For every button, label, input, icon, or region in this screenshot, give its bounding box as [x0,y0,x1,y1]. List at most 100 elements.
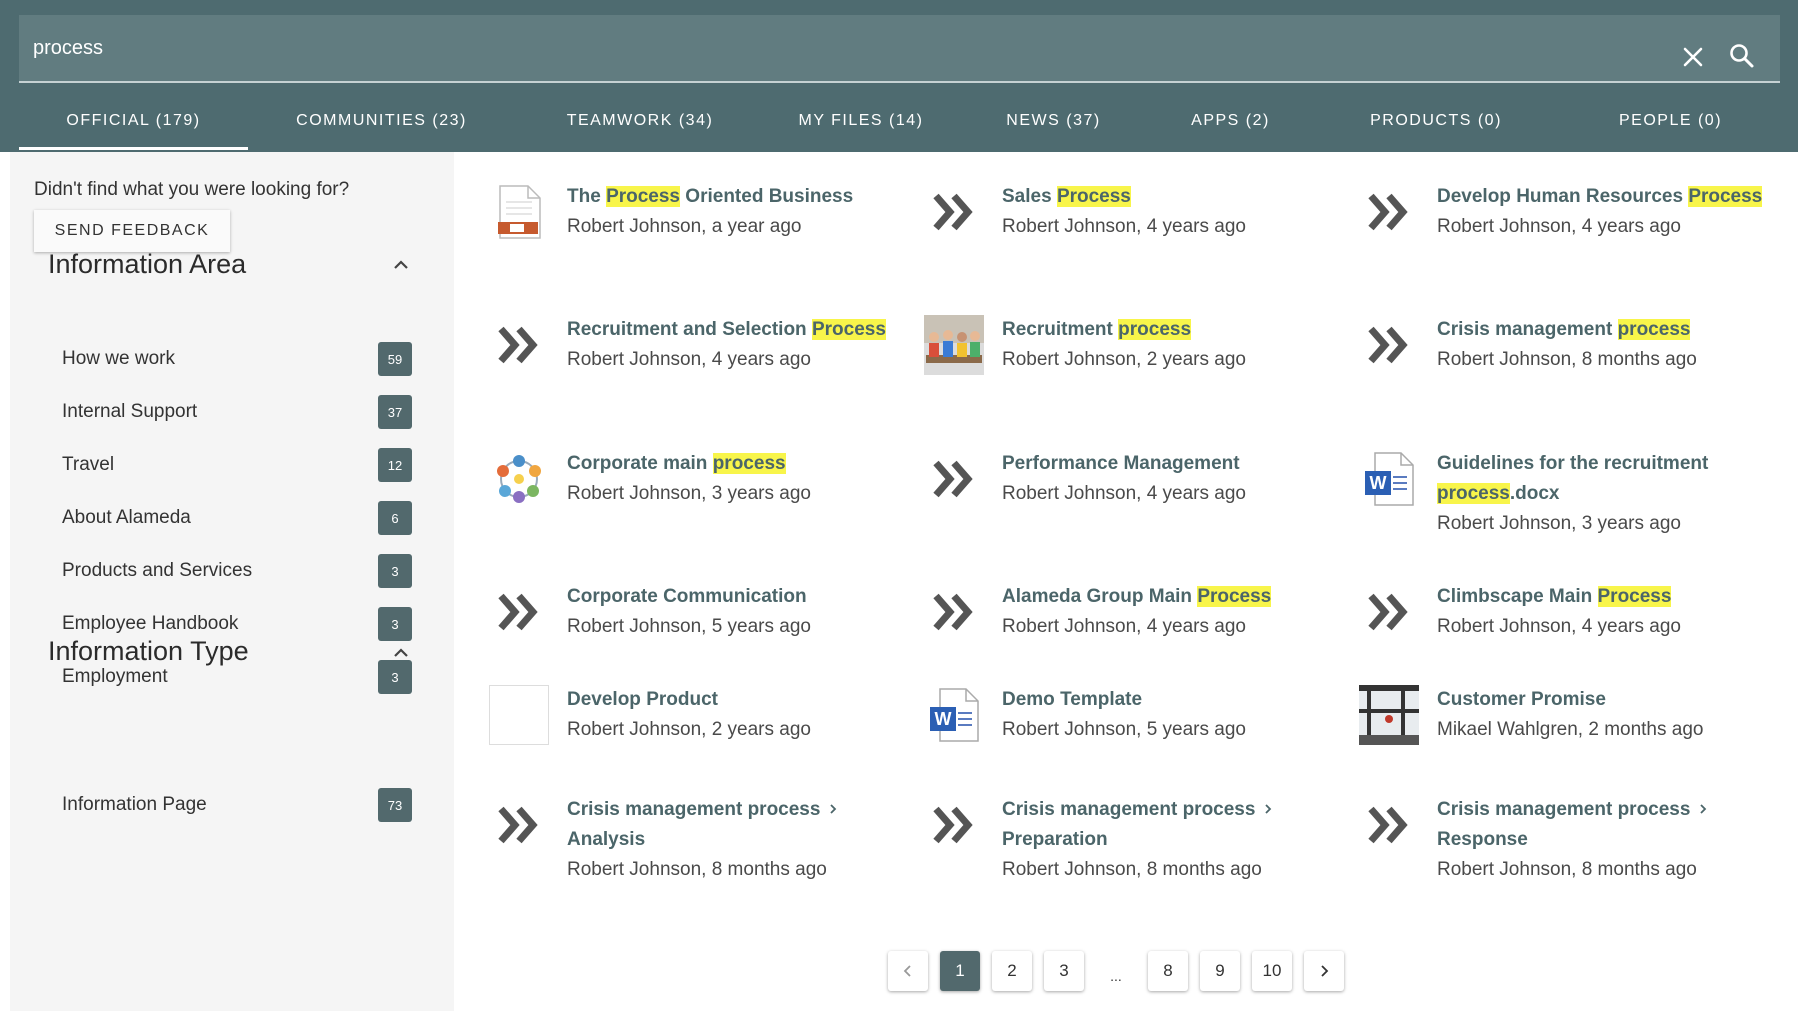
result-text: Corporate main process Robert Johnson, 3 … [567,449,907,509]
document-icon [489,182,549,242]
result-meta: Robert Johnson, 2 years ago [1002,349,1246,370]
result-title-link[interactable]: Corporate main process [567,449,907,479]
result-title-link[interactable]: Sales Process [1002,182,1342,212]
page-button[interactable]: 2 [992,951,1032,991]
double-chevron-icon [1359,795,1419,855]
information-area-heading: Information Area [48,249,247,279]
facet-item[interactable]: Internal Support 37 [62,395,412,431]
result-title-link[interactable]: Demo Template [1002,685,1342,715]
result-title-link[interactable]: Recruitment process [1002,315,1342,345]
double-chevron-icon [1359,582,1419,642]
result-title-link[interactable]: Develop Product [567,685,907,715]
chevron-up-icon[interactable] [392,644,410,662]
tab-4[interactable]: NEWS (37) [957,100,1150,152]
search-highlight: process [712,453,786,474]
page-button[interactable]: 9 [1200,951,1240,991]
word-document-icon: W [924,685,984,745]
search-input[interactable] [33,29,1633,67]
result-meta: Robert Johnson, 8 months ago [1437,349,1697,370]
facet-item[interactable]: Products and Services 3 [62,554,412,590]
result-title-text: Crisis management [1437,319,1618,340]
facet-item[interactable]: How we work 59 [62,342,412,378]
result-title-link[interactable]: Corporate Communication [567,582,907,612]
page-button[interactable]: 3 [1044,951,1084,991]
result-text: Crisis management process Robert Johnson,… [1437,315,1777,375]
chevron-right-icon [1321,965,1329,977]
tab-3[interactable]: MY FILES (14) [765,100,957,152]
result-title-link[interactable]: Recruitment and Selection Process [567,315,907,345]
search-highlight: Process [1197,586,1272,607]
result-title-link[interactable]: Guidelines for the recruitment process.d… [1437,449,1777,509]
facet-label: How we work [62,348,175,369]
facet-item[interactable]: Information Page 73 [62,788,412,824]
result-breadcrumb[interactable]: Crisis management process [567,799,820,820]
result-meta: Robert Johnson, 3 years ago [1437,513,1681,534]
facet-count-badge: 37 [378,395,412,429]
double-chevron-icon [489,582,549,642]
tab-7[interactable]: PEOPLE (0) [1561,100,1780,152]
result-title-link[interactable]: Crisis management process [1437,315,1777,345]
page-button[interactable]: 10 [1252,951,1292,991]
result-title-link[interactable]: Climbscape Main Process [1437,582,1777,612]
facet-item[interactable]: About Alameda 6 [62,501,412,537]
facet-count-badge: 73 [378,788,412,822]
result-title-text: Guidelines for the recruitment [1437,453,1709,474]
facet-label: Employment [62,666,168,687]
facet-label: Internal Support [62,401,198,422]
tab-5[interactable]: APPS (2) [1150,100,1311,152]
result-title-text: Performance Management [1002,453,1240,474]
chevron-right-icon [1698,795,1708,825]
result-title-link[interactable]: Customer Promise [1437,685,1777,715]
chevron-right-icon [1263,795,1273,825]
result-text: Demo Template Robert Johnson, 5 years ago [1002,685,1342,745]
page-button[interactable]: 8 [1148,951,1188,991]
search-highlight: process [1118,319,1192,340]
facet-count-badge: 59 [378,342,412,376]
search-header: OFFICIAL (179)COMMUNITIES (23)TEAMWORK (… [0,0,1798,152]
next-page-button[interactable] [1304,951,1344,991]
previous-page-button[interactable] [888,951,928,991]
facet-count-badge: 3 [378,554,412,588]
tab-1[interactable]: COMMUNITIES (23) [248,100,515,152]
result-text: Crisis management process Analysis Robert … [567,795,907,885]
result-text: Recruitment process Robert Johnson, 2 yea… [1002,315,1342,375]
result-meta: Robert Johnson, 3 years ago [567,483,811,504]
result-meta: Robert Johnson, a year ago [567,216,802,237]
send-feedback-button[interactable]: SEND FEEDBACK [34,210,230,252]
result-title-link[interactable]: Crisis management process Response [1437,795,1777,855]
close-icon[interactable] [1681,45,1705,69]
result-title-link[interactable]: Crisis management process Analysis [567,795,907,855]
result-title-link[interactable]: Crisis management process Preparation [1002,795,1342,855]
result-meta: Robert Johnson, 2 years ago [567,719,811,740]
result-text: Crisis management process Preparation Robe… [1002,795,1342,885]
facet-count-badge: 3 [378,607,412,641]
chevron-up-icon[interactable] [392,256,410,274]
result-meta: Robert Johnson, 4 years ago [567,349,811,370]
result-meta: Robert Johnson, 4 years ago [1002,483,1246,504]
result-text: Climbscape Main Process Robert Johnson, 4… [1437,582,1777,642]
blank-image-icon [489,685,549,745]
result-meta: Robert Johnson, 8 months ago [1437,859,1697,880]
facet-count-badge: 12 [378,448,412,482]
result-meta: Robert Johnson, 4 years ago [1437,616,1681,637]
page-button[interactable]: 1 [940,951,980,991]
tab-0[interactable]: OFFICIAL (179) [19,100,248,152]
result-breadcrumb[interactable]: Crisis management process [1437,799,1690,820]
double-chevron-icon [924,582,984,642]
facet-label: Products and Services [62,560,253,581]
result-title-link[interactable]: Develop Human Resources Process [1437,182,1777,212]
facet-item[interactable]: Travel 12 [62,448,412,484]
tab-2[interactable]: TEAMWORK (34) [515,100,765,152]
double-chevron-icon [489,315,549,375]
result-title-text: Alameda Group Main [1002,586,1198,607]
facet-label: Employee Handbook [62,613,239,634]
result-title-link[interactable]: Performance Management [1002,449,1342,479]
search-icon[interactable] [1729,43,1755,69]
tab-6[interactable]: PRODUCTS (0) [1311,100,1561,152]
result-breadcrumb[interactable]: Crisis management process [1002,799,1255,820]
result-title-link[interactable]: The Process Oriented Business [567,182,907,212]
result-title-link[interactable]: Alameda Group Main Process [1002,582,1342,612]
result-title-text: Corporate Communication [567,586,807,607]
chevron-left-icon [903,965,911,977]
double-chevron-icon [924,795,984,855]
